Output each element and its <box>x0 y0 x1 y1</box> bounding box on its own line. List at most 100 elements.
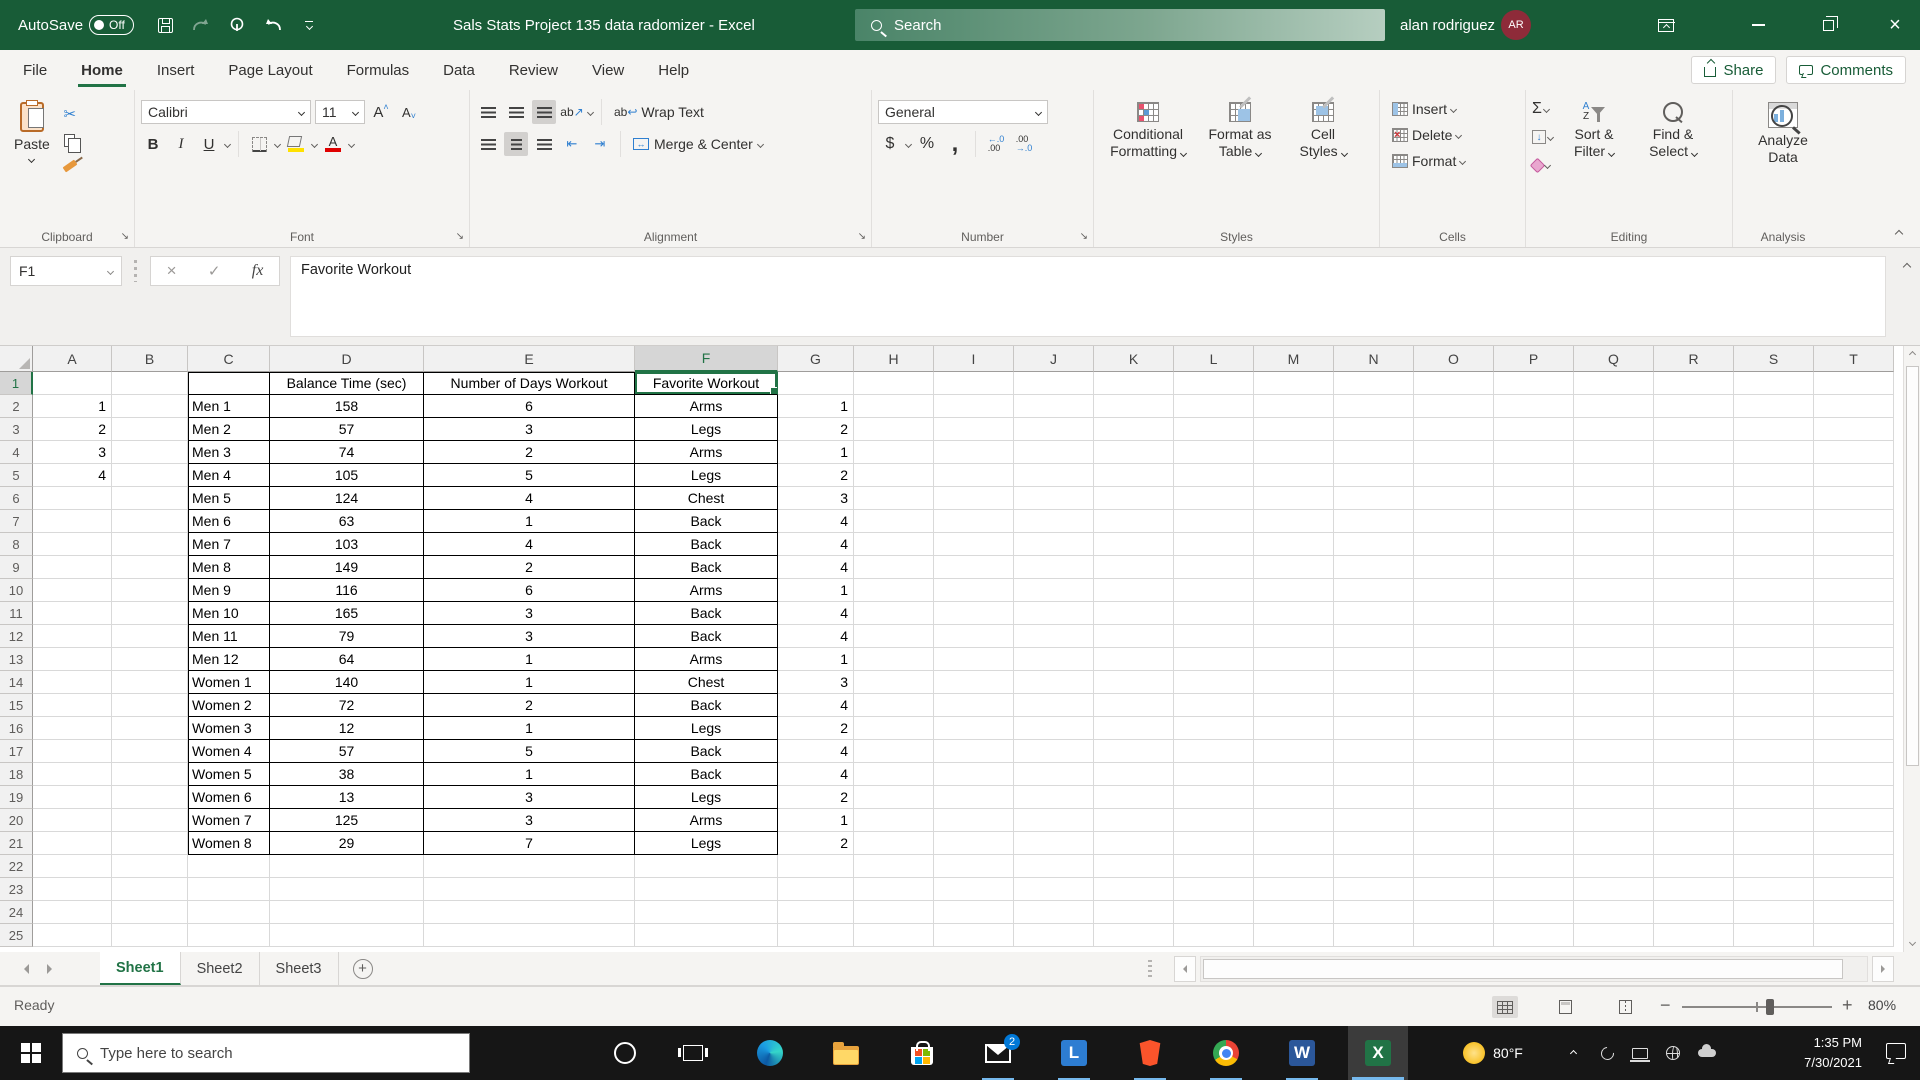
row-header-23[interactable]: 23 <box>0 878 33 901</box>
tab-help[interactable]: Help <box>641 50 706 90</box>
cell-K20[interactable] <box>1094 809 1174 832</box>
cell-A7[interactable] <box>33 510 112 533</box>
row-header-15[interactable]: 15 <box>0 694 33 717</box>
cell-R2[interactable] <box>1654 395 1734 418</box>
cell-B18[interactable] <box>112 763 188 786</box>
account-button[interactable]: alan rodriguez AR <box>1400 0 1532 50</box>
cell-F19[interactable]: Legs <box>635 786 778 809</box>
cell-J7[interactable] <box>1014 510 1094 533</box>
cell-R22[interactable] <box>1654 855 1734 878</box>
cell-J6[interactable] <box>1014 487 1094 510</box>
cell-P1[interactable] <box>1494 372 1574 395</box>
hscroll-left-arrow[interactable] <box>1174 956 1196 982</box>
fill-color-button[interactable] <box>284 132 308 156</box>
column-header-r[interactable]: R <box>1654 346 1734 372</box>
cell-F2[interactable]: Arms <box>635 395 778 418</box>
cell-I10[interactable] <box>934 579 1014 602</box>
row-header-20[interactable]: 20 <box>0 809 33 832</box>
cell-K6[interactable] <box>1094 487 1174 510</box>
cell-H16[interactable] <box>854 717 934 740</box>
cell-S22[interactable] <box>1734 855 1814 878</box>
cell-N17[interactable] <box>1334 740 1414 763</box>
taskbar-clock[interactable]: 1:35 PM 7/30/2021 <box>1804 1033 1862 1073</box>
cell-K1[interactable] <box>1094 372 1174 395</box>
cell-B19[interactable] <box>112 786 188 809</box>
cell-Q9[interactable] <box>1574 556 1654 579</box>
cell-C16[interactable]: Women 3 <box>188 717 270 740</box>
cell-L19[interactable] <box>1174 786 1254 809</box>
cell-I14[interactable] <box>934 671 1014 694</box>
cell-F7[interactable]: Back <box>635 510 778 533</box>
cell-P20[interactable] <box>1494 809 1574 832</box>
cell-K11[interactable] <box>1094 602 1174 625</box>
row-header-13[interactable]: 13 <box>0 648 33 671</box>
cell-F10[interactable]: Arms <box>635 579 778 602</box>
cell-H6[interactable] <box>854 487 934 510</box>
cell-N9[interactable] <box>1334 556 1414 579</box>
cell-D11[interactable]: 165 <box>270 602 424 625</box>
column-header-q[interactable]: Q <box>1574 346 1654 372</box>
cell-F6[interactable]: Chest <box>635 487 778 510</box>
cell-L9[interactable] <box>1174 556 1254 579</box>
cell-K4[interactable] <box>1094 441 1174 464</box>
tray-sync-button[interactable] <box>1592 1026 1622 1080</box>
cell-P19[interactable] <box>1494 786 1574 809</box>
column-header-p[interactable]: P <box>1494 346 1574 372</box>
align-top-button[interactable] <box>476 100 500 124</box>
collapse-ribbon-button[interactable] <box>1894 229 1904 239</box>
cell-T1[interactable] <box>1814 372 1894 395</box>
cell-H1[interactable] <box>854 372 934 395</box>
decrease-indent-button[interactable]: ⇤ <box>560 132 584 156</box>
cell-N19[interactable] <box>1334 786 1414 809</box>
align-middle-button[interactable] <box>504 100 528 124</box>
cell-A20[interactable] <box>33 809 112 832</box>
cell-O23[interactable] <box>1414 878 1494 901</box>
cell-M21[interactable] <box>1254 832 1334 855</box>
cell-H12[interactable] <box>854 625 934 648</box>
cell-T8[interactable] <box>1814 533 1894 556</box>
column-header-i[interactable]: I <box>934 346 1014 372</box>
cell-A21[interactable] <box>33 832 112 855</box>
cell-T19[interactable] <box>1814 786 1894 809</box>
scroll-up-arrow[interactable] <box>1904 346 1920 363</box>
cell-R23[interactable] <box>1654 878 1734 901</box>
orientation-dropdown[interactable] <box>586 108 595 116</box>
column-header-a[interactable]: A <box>33 346 112 372</box>
cell-K13[interactable] <box>1094 648 1174 671</box>
vertical-scrollbar[interactable] <box>1903 346 1920 952</box>
accounting-format-button[interactable]: $ <box>878 132 902 156</box>
cell-Q24[interactable] <box>1574 901 1654 924</box>
cell-P6[interactable] <box>1494 487 1574 510</box>
cell-B24[interactable] <box>112 901 188 924</box>
cell-B5[interactable] <box>112 464 188 487</box>
cell-O4[interactable] <box>1414 441 1494 464</box>
tab-splitter[interactable] <box>1148 960 1152 978</box>
tab-data[interactable]: Data <box>426 50 492 90</box>
cell-O16[interactable] <box>1414 717 1494 740</box>
cell-O11[interactable] <box>1414 602 1494 625</box>
cell-L12[interactable] <box>1174 625 1254 648</box>
cell-H17[interactable] <box>854 740 934 763</box>
cell-L2[interactable] <box>1174 395 1254 418</box>
cell-D25[interactable] <box>270 924 424 947</box>
cell-H10[interactable] <box>854 579 934 602</box>
cell-S14[interactable] <box>1734 671 1814 694</box>
next-sheet-button[interactable] <box>47 963 52 974</box>
zoom-in-button[interactable]: + <box>1842 995 1853 1016</box>
cell-T23[interactable] <box>1814 878 1894 901</box>
column-header-d[interactable]: D <box>270 346 424 372</box>
sheet-tab-sheet3[interactable]: Sheet3 <box>260 952 339 985</box>
cell-K16[interactable] <box>1094 717 1174 740</box>
zoom-slider[interactable] <box>1682 999 1832 1015</box>
cell-S21[interactable] <box>1734 832 1814 855</box>
increase-font-button[interactable]: A ˄ <box>369 100 393 124</box>
cell-D10[interactable]: 116 <box>270 579 424 602</box>
cell-O1[interactable] <box>1414 372 1494 395</box>
cell-O10[interactable] <box>1414 579 1494 602</box>
cell-A24[interactable] <box>33 901 112 924</box>
cell-O21[interactable] <box>1414 832 1494 855</box>
cell-S16[interactable] <box>1734 717 1814 740</box>
cell-K25[interactable] <box>1094 924 1174 947</box>
row-header-12[interactable]: 12 <box>0 625 33 648</box>
cell-A4[interactable]: 3 <box>33 441 112 464</box>
